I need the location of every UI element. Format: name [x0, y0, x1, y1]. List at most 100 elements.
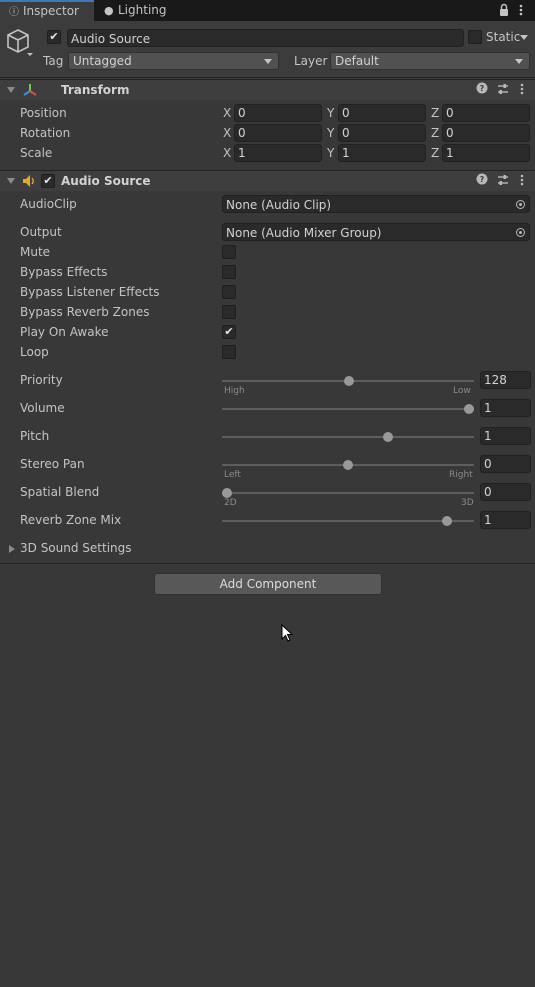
axis-y-label[interactable]: Y: [327, 106, 334, 120]
spatial-blend-label: Spatial Blend: [20, 485, 100, 499]
mute-checkbox[interactable]: [222, 245, 236, 259]
scale-y-field[interactable]: 1: [338, 144, 426, 162]
bypass-reverb-zones-checkbox[interactable]: [222, 305, 236, 319]
spatial-blend-3d-label: 3D: [461, 498, 474, 508]
priority-slider-thumb[interactable]: [343, 376, 354, 386]
speaker-icon: [22, 174, 36, 188]
priority-high-label: High: [224, 386, 245, 396]
help-icon[interactable]: ?: [476, 173, 488, 188]
presets-icon[interactable]: [497, 83, 509, 95]
component-separator: [0, 563, 535, 564]
axis-z-label[interactable]: Z: [431, 106, 439, 120]
position-x-field[interactable]: 0: [234, 104, 322, 122]
output-value: None (Audio Mixer Group): [226, 226, 382, 240]
reverb-zone-mix-label: Reverb Zone Mix: [20, 513, 122, 527]
spatial-blend-2d-label: 2D: [224, 498, 237, 508]
tab-inspector[interactable]: ⓘ Inspector: [0, 0, 94, 21]
output-label: Output: [20, 225, 62, 239]
audioclip-field[interactable]: None (Audio Clip): [222, 195, 530, 213]
play-on-awake-label: Play On Awake: [20, 325, 109, 339]
static-label[interactable]: Static: [486, 30, 520, 44]
static-toggle[interactable]: [468, 30, 482, 44]
3d-sound-settings-foldout[interactable]: 3D Sound Settings: [20, 541, 132, 555]
bypass-listener-effects-checkbox[interactable]: [222, 285, 236, 299]
static-dropdown-icon[interactable]: [520, 35, 528, 40]
scale-x-field[interactable]: 1: [234, 144, 322, 162]
tag-value: Untagged: [73, 54, 132, 68]
axis-y-label[interactable]: Y: [327, 126, 334, 140]
output-field[interactable]: None (Audio Mixer Group): [222, 223, 530, 241]
bypass-effects-label: Bypass Effects: [20, 265, 108, 279]
axis-x-label[interactable]: X: [223, 146, 231, 160]
spatial-blend-slider-track[interactable]: [222, 492, 474, 494]
reverb-zone-mix-slider-track[interactable]: [222, 520, 474, 522]
stereo-pan-slider-thumb[interactable]: [343, 460, 353, 470]
priority-value-field[interactable]: 128: [480, 371, 531, 389]
presets-icon[interactable]: [497, 174, 509, 186]
play-on-awake-checkbox[interactable]: ✔: [222, 325, 236, 339]
foldout-arrow-icon[interactable]: [7, 178, 15, 184]
audioclip-value: None (Audio Clip): [226, 198, 332, 212]
stereo-pan-value-field[interactable]: 0: [480, 455, 531, 473]
reverb-zone-mix-value-field[interactable]: 1: [480, 511, 531, 529]
help-icon[interactable]: ?: [476, 82, 488, 97]
scale-label: Scale: [20, 146, 53, 160]
bypass-reverb-zones-label: Bypass Reverb Zones: [20, 305, 150, 319]
axis-z-label[interactable]: Z: [431, 126, 439, 140]
axis-z-label[interactable]: Z: [431, 146, 439, 160]
rotation-y-field[interactable]: 0: [338, 124, 426, 142]
layer-label: Layer: [294, 54, 328, 68]
axis-x-label[interactable]: X: [223, 126, 231, 140]
chevron-down-icon: [515, 59, 523, 64]
component-menu-icon[interactable]: [518, 174, 526, 186]
priority-label: Priority: [20, 373, 63, 387]
axis-x-label[interactable]: X: [223, 106, 231, 120]
gameobject-name-field[interactable]: Audio Source: [67, 29, 464, 47]
axis-y-label[interactable]: Y: [327, 146, 334, 160]
bypass-effects-checkbox[interactable]: [222, 265, 236, 279]
volume-slider-thumb[interactable]: [464, 404, 474, 414]
spatial-blend-slider-thumb[interactable]: [222, 488, 232, 498]
rotation-z-field[interactable]: 0: [442, 124, 530, 142]
layer-dropdown[interactable]: Default: [330, 52, 530, 70]
object-picker-icon[interactable]: [516, 200, 525, 209]
volume-slider-track[interactable]: [222, 408, 474, 410]
gameobject-cube-icon: [7, 28, 33, 56]
pitch-slider-track[interactable]: [222, 436, 474, 438]
spatial-blend-value-field[interactable]: 0: [480, 483, 531, 501]
mute-label: Mute: [20, 245, 51, 259]
tab-lighting[interactable]: ● Lighting: [104, 0, 167, 21]
tab-lighting-label: Lighting: [118, 3, 167, 17]
position-y-field[interactable]: 0: [338, 104, 426, 122]
object-picker-icon[interactable]: [516, 228, 525, 237]
loop-checkbox[interactable]: [222, 345, 236, 359]
stereo-pan-right-label: Right: [449, 470, 473, 480]
svg-text:?: ?: [480, 84, 485, 93]
lock-icon[interactable]: [499, 3, 509, 17]
rotation-x-field[interactable]: 0: [234, 124, 322, 142]
tag-dropdown[interactable]: Untagged: [68, 52, 279, 70]
foldout-arrow-icon[interactable]: [7, 87, 15, 93]
audio-source-enabled-toggle[interactable]: ✔: [41, 174, 55, 188]
transform-title: Transform: [61, 83, 130, 97]
volume-label: Volume: [20, 401, 65, 415]
component-menu-icon[interactable]: [518, 83, 526, 95]
pitch-value-field[interactable]: 1: [480, 427, 531, 445]
gameobject-header: ✔ Audio Source Static Tag Untagged Layer…: [0, 21, 535, 78]
pitch-label: Pitch: [20, 429, 50, 443]
audio-source-header[interactable]: ✔ Audio Source ?: [0, 170, 535, 191]
foldout-arrow-icon[interactable]: [9, 545, 15, 553]
scale-z-field[interactable]: 1: [442, 144, 530, 162]
position-z-field[interactable]: 0: [442, 104, 530, 122]
volume-value-field[interactable]: 1: [480, 399, 531, 417]
loop-label: Loop: [20, 345, 49, 359]
tag-label: Tag: [43, 54, 64, 68]
pitch-slider-thumb[interactable]: [383, 432, 394, 442]
tab-inspector-label: Inspector: [23, 4, 79, 18]
add-component-button[interactable]: Add Component: [154, 573, 382, 595]
gameobject-active-toggle[interactable]: ✔: [47, 30, 61, 44]
tab-menu-icon[interactable]: [517, 3, 525, 17]
layer-value: Default: [335, 54, 379, 68]
reverb-zone-mix-slider-thumb[interactable]: [442, 516, 452, 526]
transform-header[interactable]: Transform ?: [0, 79, 535, 100]
